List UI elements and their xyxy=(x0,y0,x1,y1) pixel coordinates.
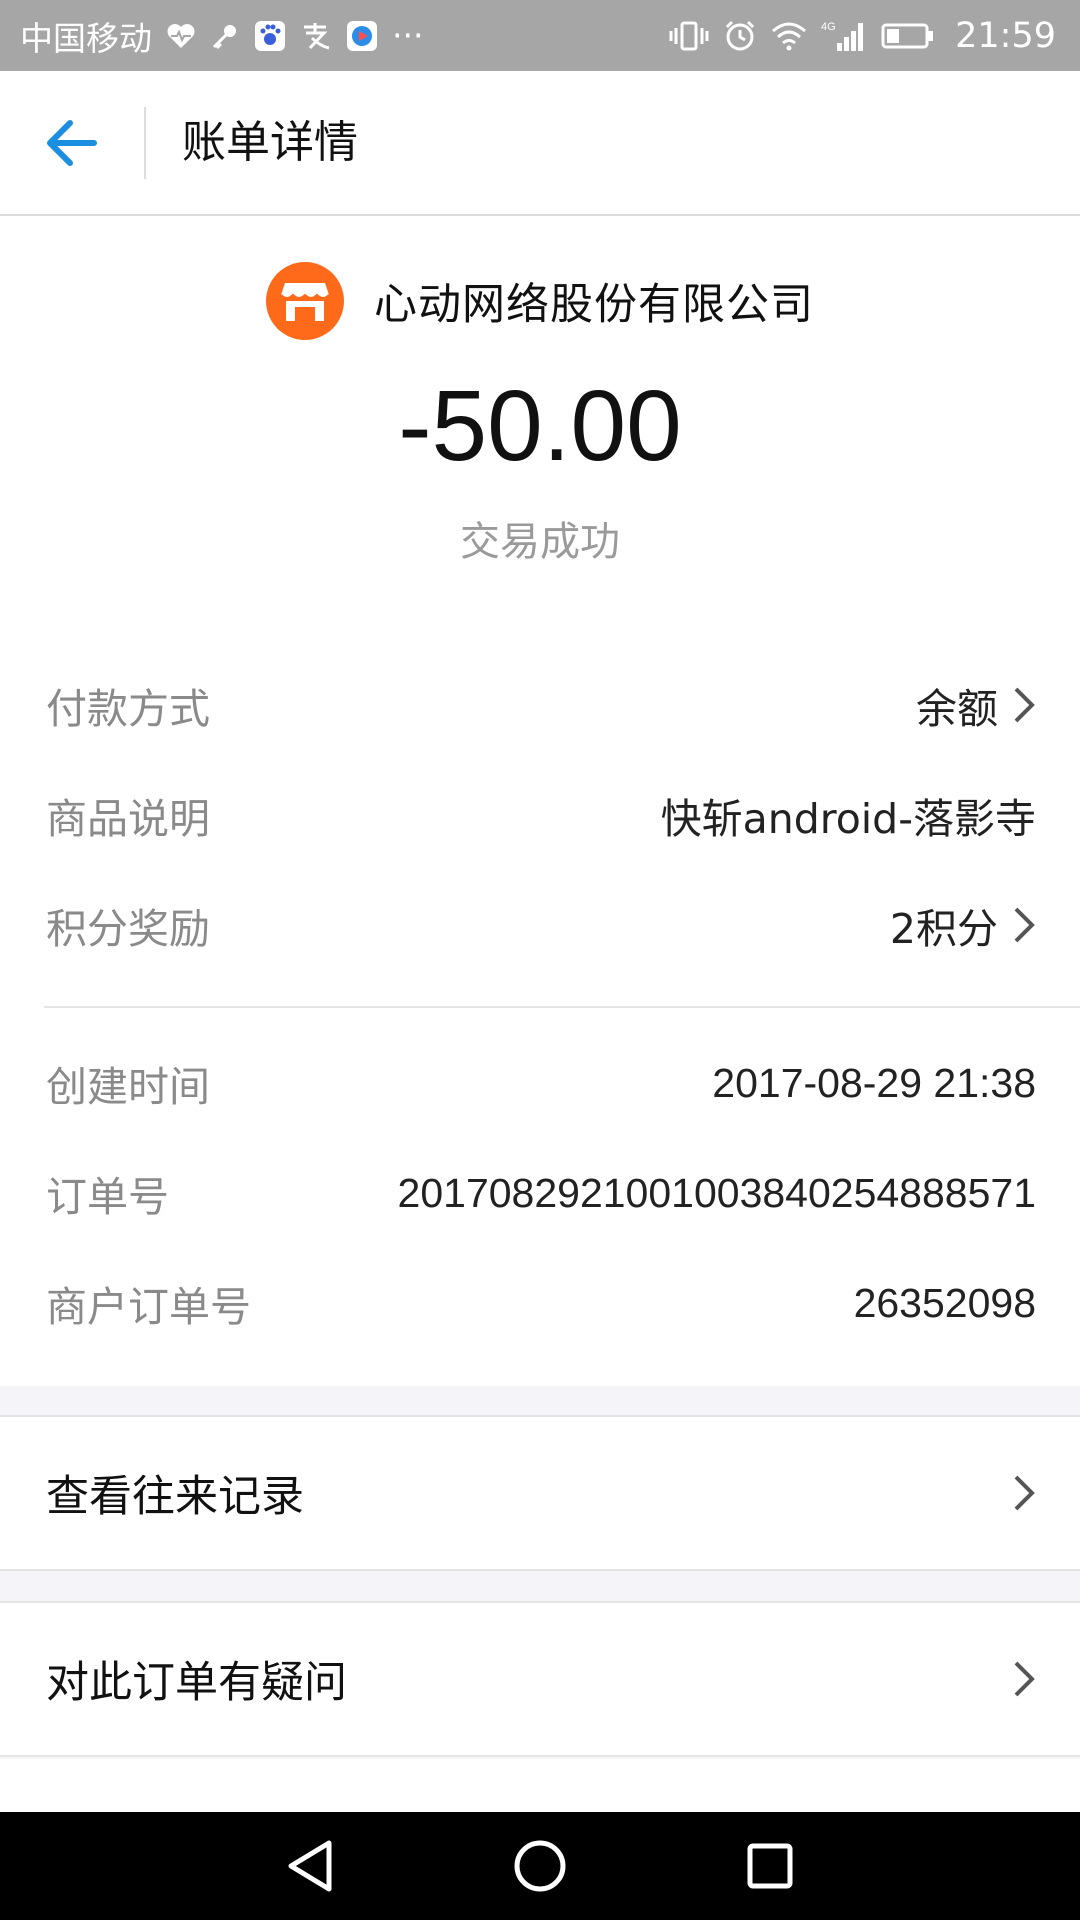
chevron-right-icon xyxy=(1014,1475,1035,1511)
signal-icon: 4G xyxy=(821,19,867,53)
app-header: 账单详情 xyxy=(0,71,1080,216)
battery-icon xyxy=(881,22,935,50)
view-records-button[interactable]: 查看往来记录 xyxy=(0,1415,1080,1571)
payment-method-value: 余额 xyxy=(916,685,998,733)
overflow-dots: ··· xyxy=(392,16,424,55)
status-bar-right: 4G 21:59 xyxy=(669,16,1056,56)
row-value: 2017-08-29 21:38 xyxy=(712,1060,1036,1107)
created-time-value: 2017-08-29 21:38 xyxy=(712,1059,1036,1106)
nav-home-button[interactable] xyxy=(510,1836,570,1896)
row-value: 余额 xyxy=(916,675,1036,735)
amount: -50.00 xyxy=(398,370,682,482)
page-title: 账单详情 xyxy=(182,117,358,168)
row-label: 商户订单号 xyxy=(46,1283,251,1331)
chevron-right-icon xyxy=(1014,907,1035,943)
nav-recents-button[interactable] xyxy=(740,1836,800,1896)
vibrate-icon xyxy=(669,20,709,52)
merchant-row: 心动网络股份有限公司 xyxy=(0,260,1080,342)
header-divider xyxy=(144,107,146,179)
merchant-name: 心动网络股份有限公司 xyxy=(374,280,814,330)
carrier-label: 中国移动 xyxy=(20,18,152,58)
row-value: 2积分 xyxy=(890,895,1036,955)
row-label: 创建时间 xyxy=(46,1063,210,1111)
wifi-icon xyxy=(771,21,807,51)
heart-pulse-icon xyxy=(166,22,196,50)
screen: 中国移动 ··· 4G 21:59 账单详情 心动网络股份有限公司 -50.00… xyxy=(0,0,1080,1920)
section-divider xyxy=(44,1006,1080,1008)
nav-back-button[interactable] xyxy=(280,1836,340,1896)
system-nav-bar xyxy=(0,1812,1080,1920)
product-description-value: 快斩android-落影寺 xyxy=(660,795,1036,843)
back-button[interactable] xyxy=(44,117,100,169)
payment-method-row[interactable]: 付款方式 余额 xyxy=(0,650,1080,760)
key-icon xyxy=(210,21,240,51)
nav-back-icon xyxy=(288,1840,332,1892)
row-value: 快斩android-落影寺 xyxy=(661,785,1036,845)
row-label: 订单号 xyxy=(46,1173,169,1221)
clock: 21:59 xyxy=(955,15,1056,56)
arrow-left-icon xyxy=(47,120,97,166)
view-records-label: 查看往来记录 xyxy=(46,1472,304,1522)
nav-recents-icon xyxy=(747,1843,793,1889)
status-bar-left: 中国移动 ··· xyxy=(20,12,423,60)
order-number-value: 2017082921001003840254888571 xyxy=(397,1169,1036,1216)
merchant-order-number-value: 26352098 xyxy=(853,1279,1036,1326)
order-number-row: 订单号 2017082921001003840254888571 xyxy=(0,1138,1080,1248)
transaction-status: 交易成功 xyxy=(460,519,620,565)
alarm-icon xyxy=(723,19,757,53)
play-icon xyxy=(346,20,378,52)
points-reward-value: 2积分 xyxy=(889,905,998,953)
merchant-order-number-row: 商户订单号 26352098 xyxy=(0,1248,1080,1358)
content-bottom-area xyxy=(0,1759,1080,1812)
row-label: 付款方式 xyxy=(46,685,210,733)
created-time-row: 创建时间 2017-08-29 21:38 xyxy=(0,1028,1080,1138)
order-question-button[interactable]: 对此订单有疑问 xyxy=(0,1601,1080,1757)
nav-home-icon xyxy=(514,1840,566,1892)
row-label: 积分奖励 xyxy=(46,905,210,953)
row-value: 2017082921001003840254888571 xyxy=(398,1170,1036,1217)
alipay-icon xyxy=(300,21,332,51)
bill-summary: 心动网络股份有限公司 -50.00 交易成功 付款方式 余额 商品说明 快斩an… xyxy=(0,216,1080,1386)
network-type-label: 4G xyxy=(821,21,836,33)
status-bar: 中国移动 ··· 4G 21:59 xyxy=(0,0,1080,71)
baidu-icon xyxy=(254,20,286,52)
row-value: 26352098 xyxy=(854,1280,1036,1327)
chevron-right-icon xyxy=(1014,1661,1035,1697)
order-question-label: 对此订单有疑问 xyxy=(46,1658,347,1708)
chevron-right-icon xyxy=(1014,687,1035,723)
row-label: 商品说明 xyxy=(46,795,210,843)
product-description-row: 商品说明 快斩android-落影寺 xyxy=(0,760,1080,870)
points-reward-row[interactable]: 积分奖励 2积分 xyxy=(0,870,1080,980)
shop-icon xyxy=(266,262,344,340)
